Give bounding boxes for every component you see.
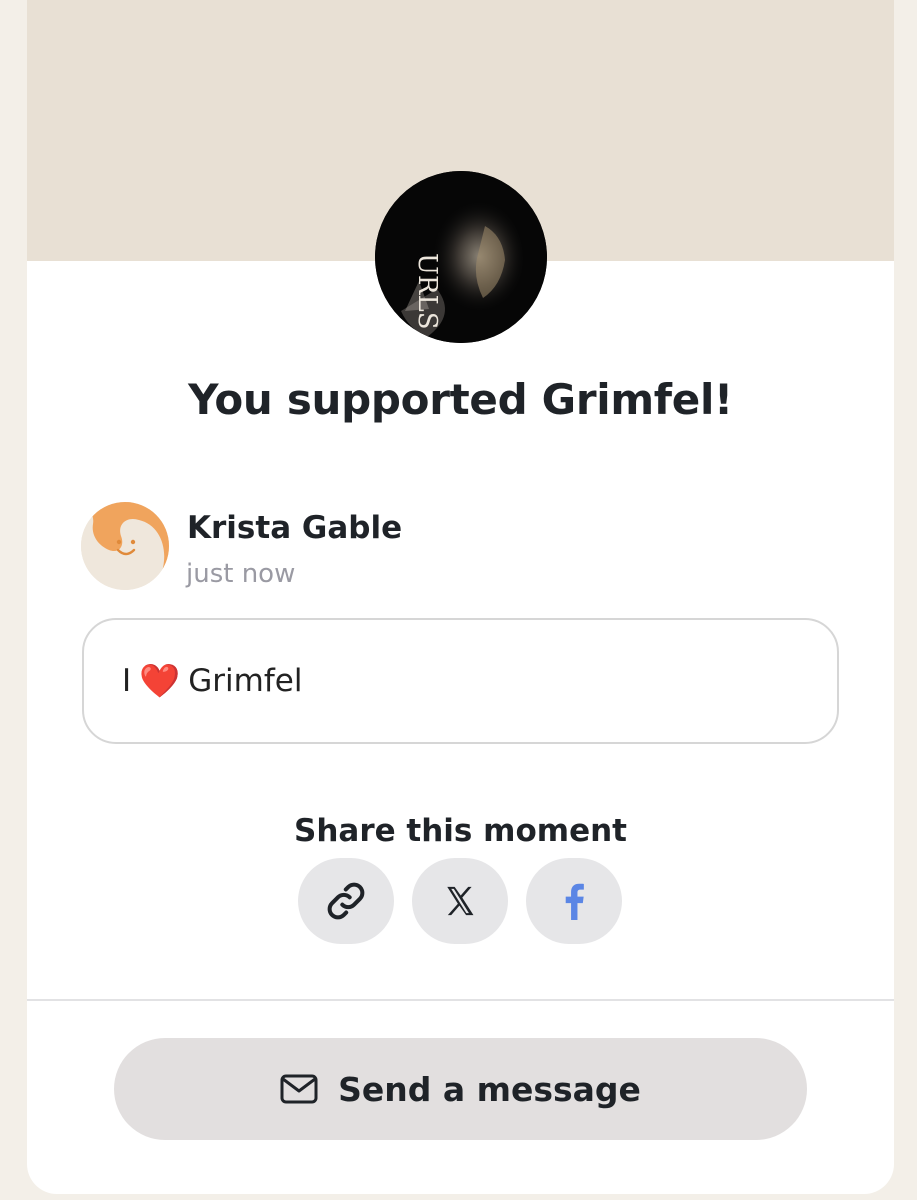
share-x-button[interactable] <box>412 858 508 944</box>
message-suffix: Grimfel <box>188 663 303 699</box>
support-confirmation-card: URLS You supported Grimfel! Krista Gable… <box>27 0 894 1194</box>
message-prefix: I <box>122 663 132 699</box>
facebook-icon <box>565 883 584 920</box>
supporter-avatar <box>81 502 169 590</box>
creator-avatar-image: URLS <box>375 171 547 343</box>
share-title: Share this moment <box>294 813 627 849</box>
send-message-button[interactable]: Send a message <box>114 1038 807 1140</box>
link-icon <box>327 882 365 920</box>
heart-icon: ❤️ <box>139 661 181 700</box>
divider <box>27 999 894 1001</box>
x-icon <box>447 886 474 916</box>
page-title: You supported Grimfel! <box>188 375 733 424</box>
supporter-timestamp: just now <box>186 559 296 589</box>
smile-eye-icon <box>116 539 122 545</box>
envelope-icon <box>280 1074 318 1104</box>
share-link-button[interactable] <box>298 858 394 944</box>
creator-avatar[interactable]: URLS <box>375 171 547 343</box>
share-buttons <box>298 858 622 944</box>
share-facebook-button[interactable] <box>526 858 622 944</box>
creator-avatar-text: URLS <box>412 253 442 330</box>
supporter-name: Krista Gable <box>187 510 403 546</box>
support-message: I ❤️ Grimfel <box>82 618 839 744</box>
send-message-label: Send a message <box>338 1069 641 1109</box>
